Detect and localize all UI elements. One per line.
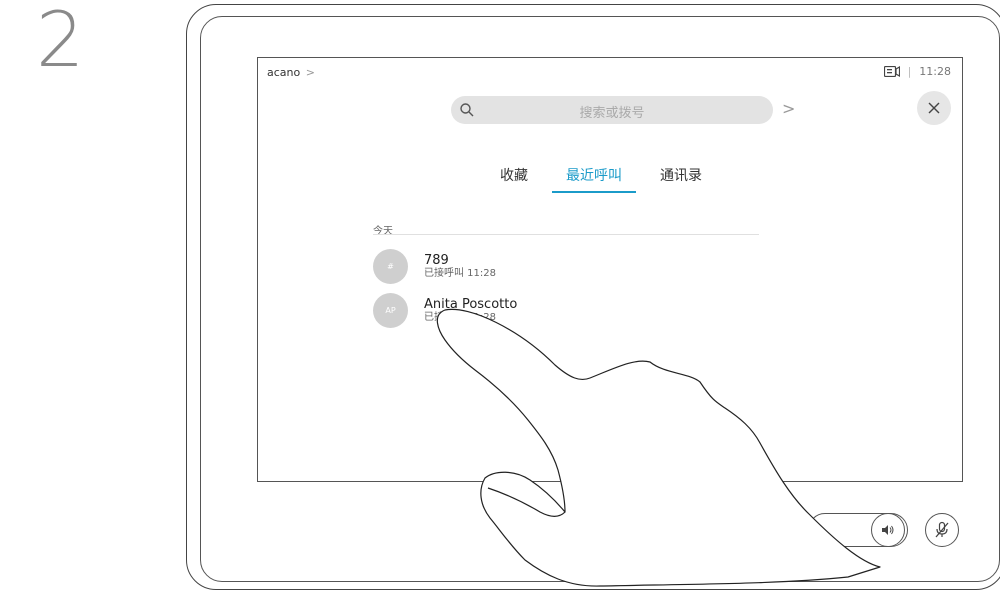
list-item-subtitle: 已接呼叫 11:28: [424, 267, 496, 279]
status-area: | 11:28: [883, 65, 951, 78]
list-item-title: Anita Poscotto: [424, 296, 518, 312]
camera-icon[interactable]: [883, 65, 900, 78]
tab-favorites[interactable]: 收藏: [500, 165, 528, 193]
search-input[interactable]: 搜索或拨号: [451, 96, 773, 124]
breadcrumb-chevron: >: [305, 66, 315, 79]
volume-button[interactable]: [871, 513, 905, 547]
list-item[interactable]: AP Anita Poscotto 已接呼叫 11:28: [373, 293, 517, 328]
avatar: AP: [373, 293, 408, 328]
list-item-subtitle: 已接呼叫 11:28: [424, 311, 496, 323]
clock: 11:28: [919, 65, 951, 78]
search-placeholder: 搜索或拨号: [579, 106, 645, 121]
group-divider: [373, 234, 759, 235]
mic-mute-button[interactable]: [925, 513, 959, 547]
breadcrumb-label: acano: [267, 66, 301, 79]
mic-mute-icon: [935, 521, 949, 538]
close-icon: [928, 102, 940, 114]
tab-bar: 收藏 最近呼叫 通讯录: [500, 165, 702, 193]
list-item[interactable]: # 789 已接呼叫 11:28: [373, 249, 496, 284]
close-button[interactable]: [917, 91, 951, 125]
status-separator: |: [907, 65, 912, 78]
step-number: 2: [36, 0, 85, 84]
breadcrumb[interactable]: acano >: [267, 66, 315, 79]
tab-recents[interactable]: 最近呼叫: [552, 165, 636, 193]
volume-icon: [882, 525, 894, 535]
avatar: #: [373, 249, 408, 284]
list-item-title: 789: [424, 252, 449, 268]
search-go-chevron[interactable]: >: [782, 99, 795, 118]
tab-directory[interactable]: 通讯录: [660, 165, 702, 193]
